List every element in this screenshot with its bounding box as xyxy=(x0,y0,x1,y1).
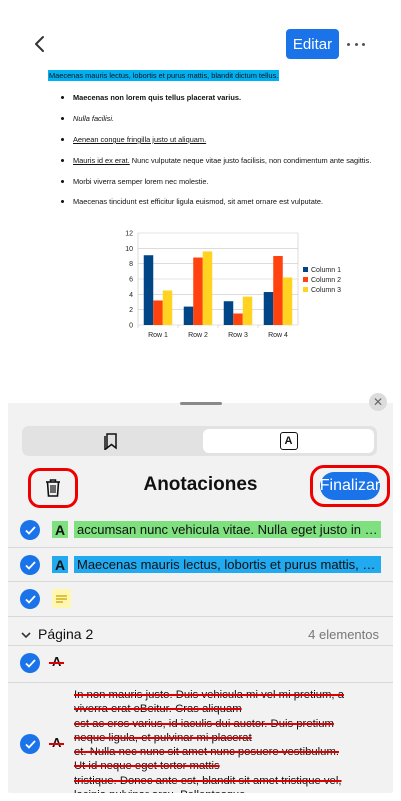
divider xyxy=(8,682,393,683)
back-chevron-icon[interactable] xyxy=(30,34,50,54)
struck-line: tristique. Donec ante est, blandit sit a… xyxy=(74,774,342,787)
checkmark-icon[interactable] xyxy=(20,653,40,673)
y-tick-label: 10 xyxy=(125,246,133,253)
bar xyxy=(273,256,283,325)
checkmark-icon[interactable] xyxy=(20,589,40,609)
finish-button-frame: Finalizar xyxy=(310,465,390,507)
bar xyxy=(162,290,173,325)
x-tick-label: Row 4 xyxy=(268,332,288,339)
y-tick-label: 0 xyxy=(129,323,133,330)
list-item: Maecenas non lorem quis tellus placerat … xyxy=(61,92,383,103)
bar-chart: 0 2 4 6 8 10 12 Row 1 Row 2 Row 3 Row 4 Column 1 Col… xyxy=(125,231,341,340)
struck-line: lacinia pulvinar arcu. Pellentesque xyxy=(74,788,374,793)
bar xyxy=(143,255,154,325)
legend-swatch xyxy=(303,287,308,292)
note-icon xyxy=(52,589,71,608)
annotation-row[interactable]: A xyxy=(8,646,393,680)
underlined-text: Mauris id ex erat. xyxy=(73,156,130,165)
bookmarks-icon xyxy=(104,433,117,450)
legend-label: Column 1 xyxy=(311,267,341,274)
annotation-icon: A xyxy=(279,432,298,450)
legend-label: Column 2 xyxy=(311,277,341,284)
page-section-count: 4 elementos xyxy=(308,627,379,642)
bullet-list: Maecenas non lorem quis tellus placerat … xyxy=(61,92,383,207)
tab-annotations[interactable]: A xyxy=(203,429,374,453)
strikethrough-icon: A xyxy=(48,654,65,669)
bar xyxy=(202,251,213,325)
bar xyxy=(282,277,293,325)
list-item: Morbi viverra semper lorem nec molestie. xyxy=(61,176,383,187)
annotation-row[interactable]: A accumsan nunc vehicula vitae. Nulla eg… xyxy=(8,513,393,547)
highlighted-text: Maecenas mauris lectus, lobortis et puru… xyxy=(48,70,280,81)
finish-button[interactable]: Finalizar xyxy=(320,472,380,500)
list-item: Nulla facilisi. xyxy=(61,113,383,124)
y-tick-label: 4 xyxy=(129,292,133,299)
strikethrough-icon: A xyxy=(48,735,65,750)
edit-button[interactable]: Editar xyxy=(286,29,339,59)
divider xyxy=(8,616,393,617)
highlight-icon: A xyxy=(52,521,68,538)
x-tick-label: Row 1 xyxy=(148,332,168,339)
annotation-row[interactable]: A Maecenas mauris lectus, lobortis et pu… xyxy=(8,548,393,582)
list-item: Maecenas tincidunt est efficitur ligula … xyxy=(61,196,383,207)
struck-line: viverra erat eBeitur. Cras aliquam xyxy=(74,703,242,716)
struck-line: In non mauris justo. Duis vehicula mi ve… xyxy=(74,689,344,701)
bar xyxy=(193,257,203,325)
y-tick-label: 12 xyxy=(125,231,133,238)
sheet-grabber[interactable] xyxy=(180,402,222,405)
annotation-icon-glyph: A xyxy=(284,435,293,447)
page-section-title: Página 2 xyxy=(38,626,94,642)
tab-bookmarks[interactable] xyxy=(22,426,200,456)
list-item: Mauris id ex erat. Nunc vulputate neque … xyxy=(61,155,383,166)
list-item: Aenean congue fringilla justo ut aliquam… xyxy=(61,134,383,145)
close-icon[interactable]: ✕ xyxy=(369,393,387,411)
y-tick-label: 2 xyxy=(129,307,133,314)
x-tick-label: Row 3 xyxy=(228,332,248,339)
sheet-tabs: A xyxy=(22,426,377,456)
annotation-row[interactable] xyxy=(8,582,393,616)
annotation-text: Maecenas mauris lectus, lobortis et puru… xyxy=(74,556,381,573)
bar xyxy=(233,313,243,325)
bar xyxy=(153,300,163,325)
checkmark-icon[interactable] xyxy=(20,734,40,754)
y-tick-label: 8 xyxy=(129,261,133,268)
app-frame: Editar Maecenas mauris lectus, lobortis … xyxy=(8,8,393,793)
struck-line: et. Nulla nec nunc sit amet nunc posuere… xyxy=(74,746,339,759)
checkmark-icon[interactable] xyxy=(20,520,40,540)
x-tick-label: Row 2 xyxy=(188,332,208,339)
bar xyxy=(242,296,253,325)
struck-line: Ut id neque eget tortor mattis xyxy=(74,760,220,773)
more-options-icon[interactable] xyxy=(345,34,367,54)
struck-line: neque ligula, et pulvinar mi placerat xyxy=(74,731,252,744)
legend-swatch xyxy=(303,267,308,272)
bar xyxy=(183,306,194,325)
list-item-rest: Nunc vulputate neque vitae justo facilis… xyxy=(129,156,372,165)
legend-swatch xyxy=(303,277,308,282)
struck-line: est ac eros varius, id iaculis dui aucto… xyxy=(74,717,334,730)
struck-text: In non mauris justo. Duis vehicula mi ve… xyxy=(74,688,374,793)
annotation-text: accumsan nunc vehicula vitae. Nulla eget… xyxy=(74,521,381,538)
bar xyxy=(263,292,274,325)
highlight-icon: A xyxy=(52,556,68,573)
chevron-down-icon xyxy=(21,632,31,639)
y-tick-label: 6 xyxy=(129,277,133,284)
bar xyxy=(223,301,234,325)
checkmark-icon[interactable] xyxy=(20,555,40,575)
legend-label: Column 3 xyxy=(311,287,341,294)
